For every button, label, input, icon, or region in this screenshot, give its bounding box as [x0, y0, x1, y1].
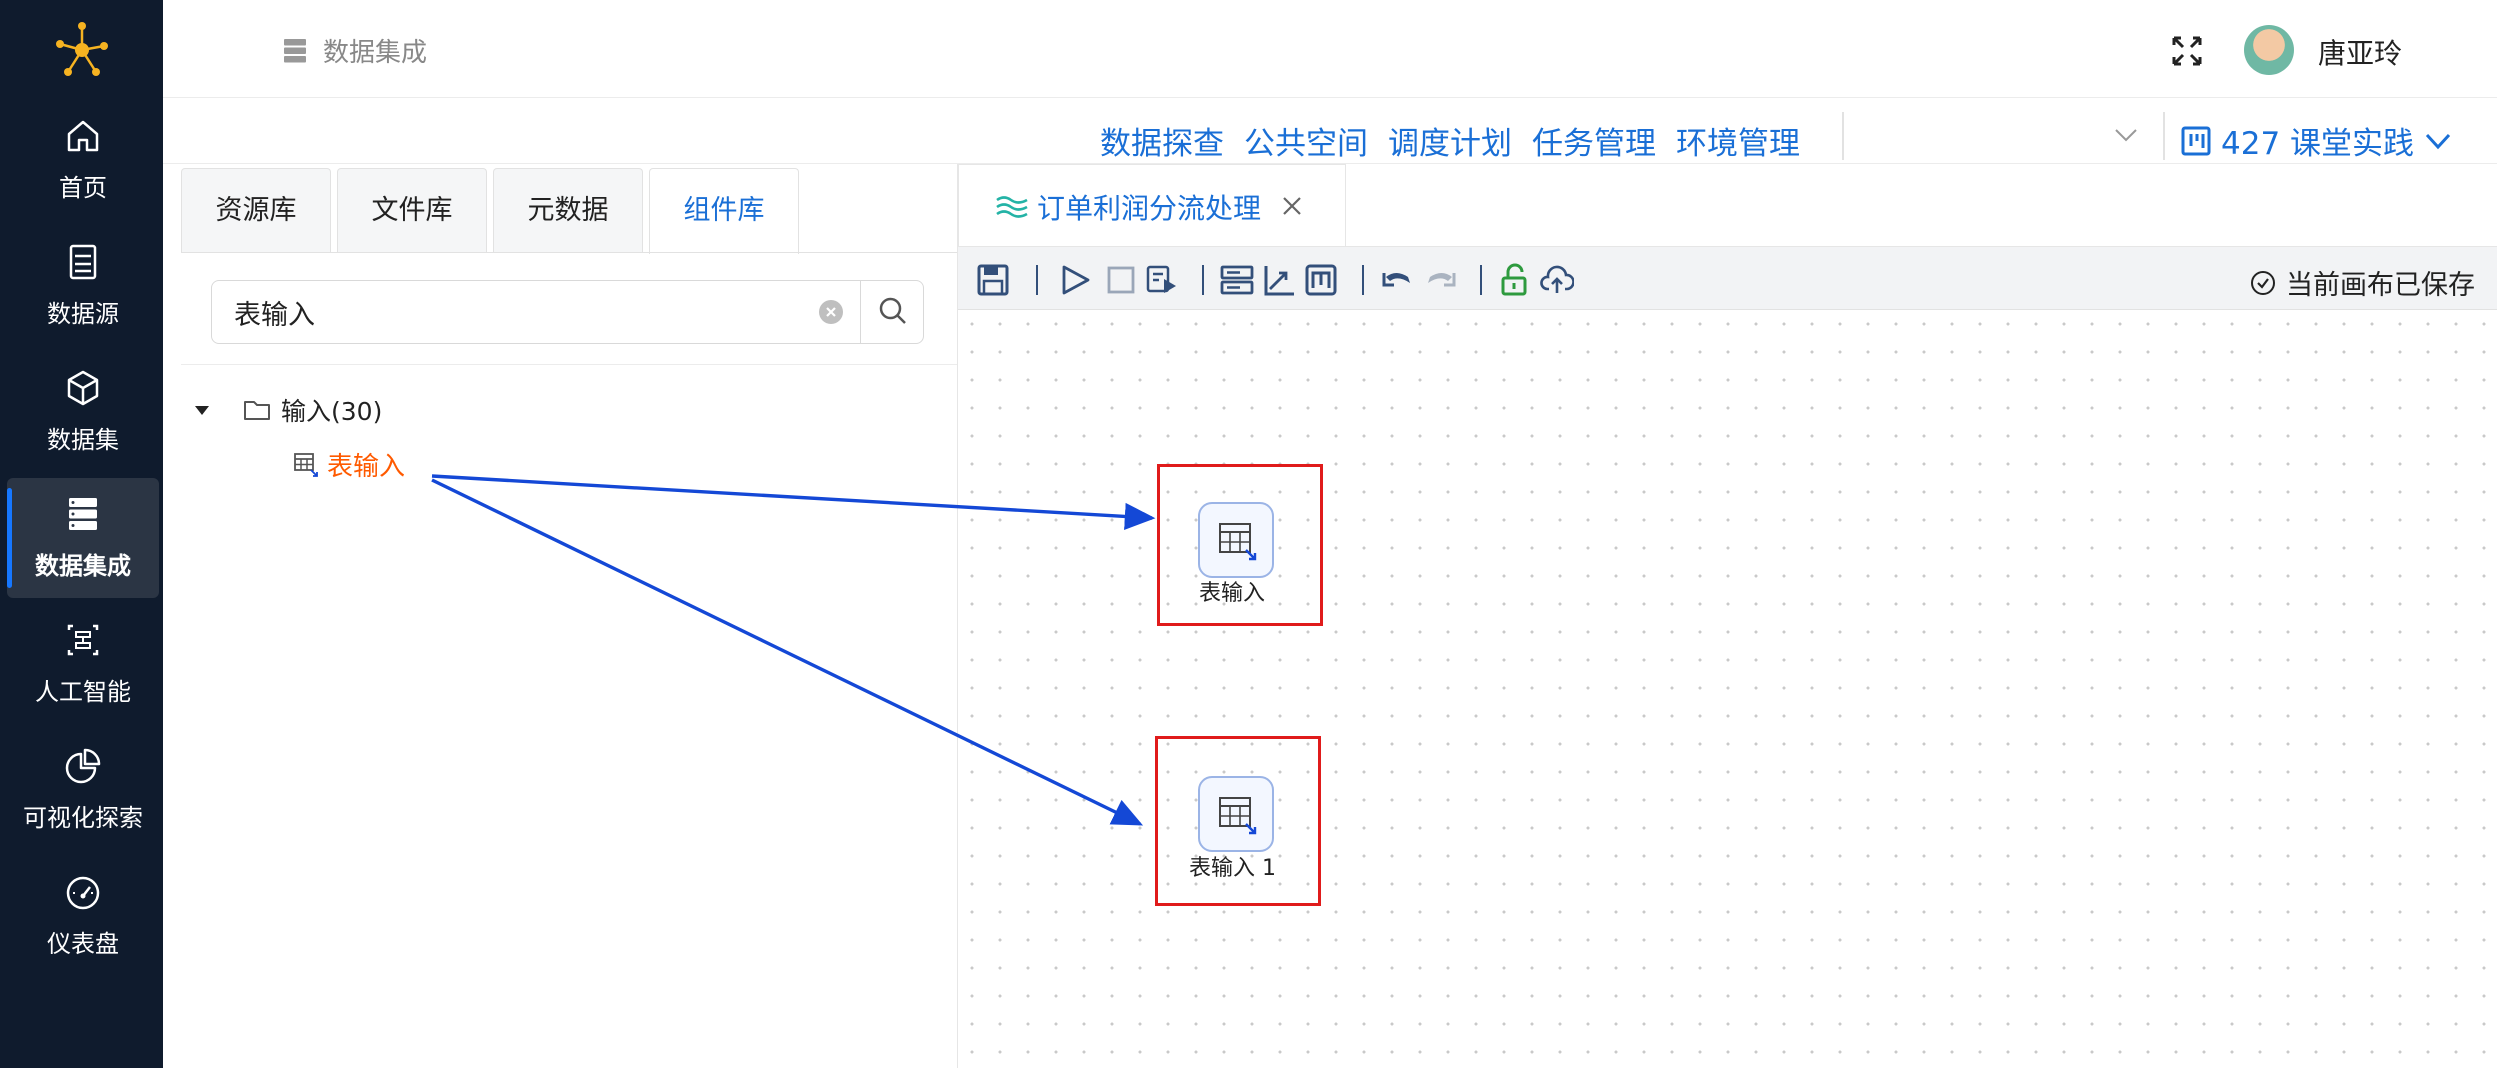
table-input-icon — [1219, 797, 1257, 835]
sidebar: 首页 数据源 数据集 数据集成 人工智能 可视化探索 仪表盘 — [0, 0, 163, 1068]
table-input-icon — [1219, 523, 1257, 561]
component-search — [211, 280, 924, 344]
breadcrumb: 数据集成 — [283, 32, 427, 69]
divider — [1842, 112, 1844, 160]
save-status-text: 当前画布已保存 — [2286, 270, 2475, 301]
sidebar-item-label: 仪表盘 — [47, 930, 119, 958]
redo-icon[interactable] — [1424, 263, 1458, 297]
flow-canvas[interactable] — [958, 310, 2497, 1068]
close-icon[interactable] — [1281, 195, 1303, 217]
sidebar-item-label: 数据集 — [47, 426, 119, 454]
project-name: 427 课堂实践 — [2221, 126, 2415, 162]
chevron-down-icon[interactable] — [2113, 126, 2139, 144]
table-input-icon — [294, 452, 318, 477]
sidebar-item-dashboard[interactable]: 仪表盘 — [7, 856, 159, 976]
sub-navigation: 数据探查 公共空间 调度计划 任务管理 环境管理 427 课堂实践 — [163, 98, 2497, 164]
tab-component-library[interactable]: 组件库 — [649, 168, 799, 254]
node-table-input-1[interactable] — [1198, 776, 1274, 852]
component-panel: 资源库 文件库 元数据 组件库 输入(30) 表输入 — [163, 164, 958, 1068]
run-icon[interactable] — [1058, 263, 1092, 297]
sidebar-item-ai[interactable]: 人工智能 — [7, 604, 159, 724]
kanban-icon — [2181, 126, 2211, 155]
sidebar-item-home[interactable]: 首页 — [7, 100, 159, 220]
server-stack-icon — [284, 38, 306, 62]
divider — [181, 252, 957, 253]
sidebar-item-data-integration[interactable]: 数据集成 — [7, 478, 159, 598]
sidebar-item-label: 可视化探索 — [23, 804, 143, 832]
unlock-icon[interactable] — [1498, 263, 1532, 297]
sidebar-item-datasource[interactable]: 数据源 — [7, 226, 159, 346]
undo-icon[interactable] — [1380, 263, 1414, 297]
gauge-icon — [66, 876, 100, 910]
check-circle-icon — [2251, 270, 2275, 295]
module-m-icon[interactable] — [1304, 263, 1338, 297]
divider — [2163, 112, 2165, 160]
cube-icon — [67, 370, 99, 406]
subnav-link-task-management[interactable]: 任务管理 — [1532, 118, 1656, 163]
debug-run-icon[interactable] — [1144, 263, 1178, 297]
editor-toolbar: 当前画布已保存 — [958, 246, 2497, 310]
sidebar-item-label: 人工智能 — [35, 678, 131, 706]
sidebar-item-label: 数据集成 — [35, 552, 131, 580]
fullscreen-icon[interactable] — [2170, 34, 2204, 68]
layout-rows-icon[interactable] — [1220, 263, 1254, 297]
node-table-input[interactable] — [1198, 502, 1274, 578]
username[interactable]: 唐亚玲 — [2318, 32, 2402, 72]
divider — [1362, 265, 1364, 295]
tab-file-library[interactable]: 文件库 — [337, 168, 487, 252]
divider — [1202, 265, 1204, 295]
tree-folder-input[interactable]: 输入(30) — [193, 392, 382, 428]
breadcrumb-label: 数据集成 — [323, 38, 428, 68]
search-input[interactable] — [212, 281, 860, 343]
divider — [1480, 265, 1482, 295]
cloud-upload-icon[interactable] — [1540, 263, 1574, 297]
avatar[interactable] — [2244, 25, 2294, 75]
panel-tabs: 资源库 文件库 元数据 组件库 — [181, 168, 805, 254]
node-label: 表输入 1 — [1189, 856, 1276, 881]
tab-resource-library[interactable]: 资源库 — [181, 168, 331, 252]
subnav-link-env-management[interactable]: 环境管理 — [1676, 118, 1800, 163]
divider — [1036, 265, 1038, 295]
ai-scan-icon — [67, 624, 99, 656]
editor-tab[interactable]: 订单利润分流处理 — [958, 164, 1346, 248]
node-label: 表输入 — [1199, 581, 1266, 606]
subnav-link-data-explore[interactable]: 数据探查 — [1100, 118, 1224, 163]
pie-chart-icon — [65, 748, 101, 784]
tree-item-label: 表输入 — [327, 452, 406, 482]
sidebar-item-dataset[interactable]: 数据集 — [7, 352, 159, 472]
home-icon — [67, 120, 99, 152]
database-icon — [69, 244, 97, 280]
stop-icon[interactable] — [1104, 263, 1138, 297]
top-header: 数据集成 — [163, 0, 2497, 98]
folder-icon — [244, 401, 270, 420]
search-button[interactable] — [860, 281, 924, 343]
app-logo-icon[interactable] — [50, 18, 114, 82]
align-axis-icon[interactable] — [1262, 263, 1296, 297]
flow-icon — [996, 195, 1028, 218]
project-selector[interactable]: 427 课堂实践 — [2181, 118, 2452, 163]
tree-item-table-input[interactable]: 表输入 — [293, 446, 405, 483]
chevron-down-icon — [2425, 133, 2451, 149]
server-stack-icon — [69, 498, 97, 530]
sidebar-item-visual-explore[interactable]: 可视化探索 — [7, 730, 159, 850]
search-icon — [879, 297, 906, 324]
save-icon[interactable] — [976, 263, 1010, 297]
save-status: 当前画布已保存 — [2250, 263, 2475, 302]
sidebar-item-label: 数据源 — [47, 300, 119, 328]
editor-tab-title: 订单利润分流处理 — [1037, 191, 1262, 225]
divider — [181, 364, 957, 365]
clear-icon[interactable] — [818, 299, 844, 325]
subnav-link-public-space[interactable]: 公共空间 — [1244, 118, 1368, 163]
sidebar-item-label: 首页 — [59, 174, 107, 202]
tree-folder-label: 输入(30) — [281, 397, 383, 426]
caret-down-icon[interactable] — [193, 404, 211, 416]
subnav-link-schedule[interactable]: 调度计划 — [1388, 118, 1512, 163]
tab-metadata[interactable]: 元数据 — [493, 168, 643, 252]
